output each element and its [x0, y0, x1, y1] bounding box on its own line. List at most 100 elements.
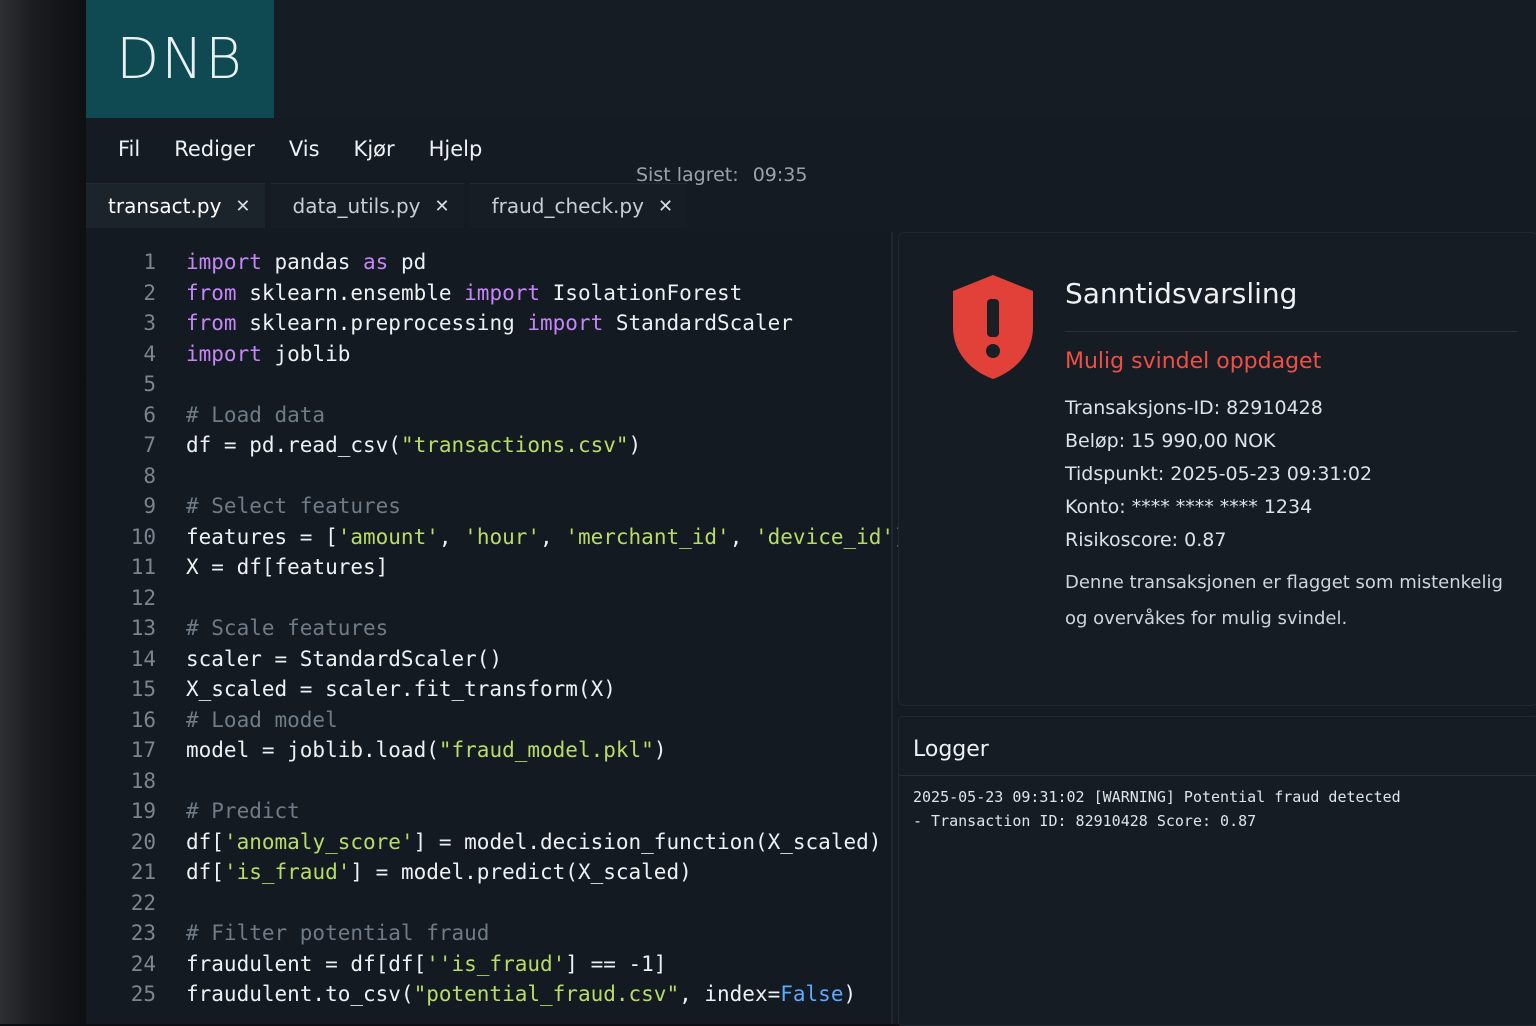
- code-token: # Predict: [186, 799, 300, 823]
- code-line: 10 features = ['amount', 'hour', 'merchan…: [86, 521, 907, 553]
- ide-window: DNB Fil Rediger Vis Kjør Hjelp Sist lagr…: [86, 0, 1536, 1026]
- line-number: 13: [130, 616, 156, 640]
- detail-account: Konto: **** **** **** 1234: [1065, 496, 1313, 518]
- menu-item-fil[interactable]: Fil: [118, 137, 140, 161]
- code-line: 11 X = df[features]: [86, 551, 389, 583]
- close-icon[interactable]: ✕: [658, 196, 673, 217]
- line-number: 18: [130, 768, 156, 793]
- code-token: # Load data: [186, 402, 326, 427]
- code-token: # Filter potential fraud: [186, 921, 490, 945]
- code-token: # Scale features: [186, 616, 389, 640]
- code-line: 15 X_scaled = scaler.fit_transform(X): [86, 673, 616, 705]
- code-token: ): [628, 433, 642, 457]
- code-token: ] == -1]: [565, 951, 667, 976]
- code-token: # Load model: [186, 707, 338, 732]
- code-line: 7 df = pd.read_csv("transactions.csv"): [86, 429, 641, 461]
- tab-fraud-check[interactable]: fraud_check.py ✕: [469, 183, 688, 228]
- code-token: sklearn.ensemble: [236, 280, 465, 305]
- code-line: 19 # Predict: [86, 795, 300, 827]
- code-line: 12: [86, 582, 186, 614]
- code-token: ''is_fraud': [426, 951, 566, 976]
- menu-bar: Fil Rediger Vis Kjør Hjelp: [86, 122, 1536, 176]
- line-number: 9: [143, 494, 156, 518]
- code-line: 21 df['is_fraud'] = model.predict(X_scale…: [86, 856, 692, 888]
- code-token: , index=: [679, 982, 781, 1006]
- code-token: 'merchant_id': [565, 524, 730, 549]
- line-number: 8: [143, 463, 156, 488]
- code-token: "fraud_model.pkl": [438, 738, 654, 762]
- code-token: pd: [388, 250, 427, 274]
- code-token: df = pd.read_csv(: [186, 433, 401, 457]
- line-number: 15: [130, 677, 156, 701]
- line-number: 23: [130, 921, 156, 945]
- code-token: 'device_id': [755, 524, 895, 549]
- tab-transact[interactable]: transact.py ✕: [86, 183, 265, 228]
- detail-amount: Beløp: 15 990,00 NOK: [1065, 430, 1276, 452]
- log-panel: Logger 2025-05-23 09:31:02 [WARNING] Pot…: [898, 716, 1536, 1026]
- line-number: 2: [143, 280, 156, 305]
- code-token: 'hour': [464, 524, 541, 549]
- shield-warning-icon: [953, 275, 1033, 379]
- monitor-bezel: [0, 0, 86, 1024]
- code-token: X = df[features]: [186, 555, 389, 579]
- code-line: 25 fraudulent.to_csv("potential_fraud.csv…: [86, 978, 856, 1010]
- line-number: 5: [143, 372, 156, 396]
- code-line: 3 from sklearn.preprocessing import Stand…: [86, 307, 793, 339]
- code-token: False: [780, 982, 844, 1006]
- code-line: 24 fraudulent = df[df[''is_fraud'] == -1]: [86, 948, 667, 980]
- code-token: "transactions.csv": [400, 433, 629, 457]
- code-token: pandas: [261, 250, 364, 274]
- line-number: 25: [130, 982, 156, 1006]
- menu-item-rediger[interactable]: Rediger: [174, 137, 255, 161]
- alert-title: Sanntidsvarsling: [1065, 277, 1298, 310]
- code-token: ] = model.predict(X_scaled): [350, 860, 692, 884]
- line-number: 21: [130, 860, 156, 884]
- line-number: 10: [130, 524, 156, 549]
- code-token: ): [843, 982, 857, 1006]
- tab-data-utils[interactable]: data_utils.py ✕: [270, 183, 464, 228]
- line-number: 4: [143, 341, 156, 366]
- code-token: sklearn.preprocessing: [236, 311, 528, 335]
- tab-label: fraud_check.py: [491, 194, 644, 218]
- code-token: "potential_fraud.csv": [413, 982, 680, 1006]
- code-token: joblib: [261, 341, 351, 366]
- logo-text: DNB: [116, 26, 244, 92]
- close-icon[interactable]: ✕: [235, 196, 250, 217]
- alert-subtitle: Mulig svindel oppdaget: [1065, 349, 1322, 374]
- code-token: as: [363, 250, 389, 274]
- line-number: 17: [130, 738, 156, 762]
- code-line: 8: [86, 460, 186, 492]
- dnb-logo: DNB: [86, 0, 274, 118]
- code-line: 1 import pandas as pd: [86, 246, 426, 278]
- code-token: 'anomaly_score': [223, 829, 414, 854]
- code-token: ,: [438, 524, 465, 549]
- menu-item-kjor[interactable]: Kjør: [354, 137, 395, 161]
- menu-item-hjelp[interactable]: Hjelp: [429, 137, 483, 161]
- close-icon[interactable]: ✕: [435, 196, 450, 217]
- realtime-alert-panel: Sanntidsvarsling Mulig svindel oppdaget …: [898, 232, 1536, 706]
- code-line: 9 # Select features: [86, 490, 401, 522]
- line-number: 20: [130, 829, 156, 854]
- line-number: 14: [130, 646, 156, 671]
- code-token: import: [186, 250, 262, 274]
- menu-item-vis[interactable]: Vis: [289, 137, 320, 161]
- line-number: 22: [130, 890, 156, 915]
- code-token: import: [527, 311, 604, 335]
- code-line: 6 # Load data: [86, 399, 325, 431]
- line-number: 16: [130, 707, 156, 732]
- code-token: 'amount': [337, 524, 439, 549]
- code-token: StandardScaler: [603, 311, 793, 335]
- code-token: 'is_fraud': [223, 860, 351, 884]
- code-token: ): [653, 738, 667, 762]
- line-number: 7: [143, 433, 156, 457]
- line-number: 1: [143, 250, 156, 274]
- log-title: Logger: [913, 737, 989, 762]
- code-token: scaler = StandardScaler(): [186, 646, 503, 671]
- line-number: 6: [143, 402, 156, 427]
- code-line: 13 # Scale features: [86, 612, 389, 644]
- line-number: 12: [130, 585, 156, 610]
- code-token: features = [: [186, 524, 338, 549]
- code-editor[interactable]: 1 import pandas as pd 2 from sklearn.ensemb…: [86, 232, 907, 1024]
- code-line: 17 model = joblib.load("fraud_model.pkl"): [86, 734, 667, 766]
- log-output[interactable]: 2025-05-23 09:31:02 [WARNING] Potential …: [913, 785, 1513, 833]
